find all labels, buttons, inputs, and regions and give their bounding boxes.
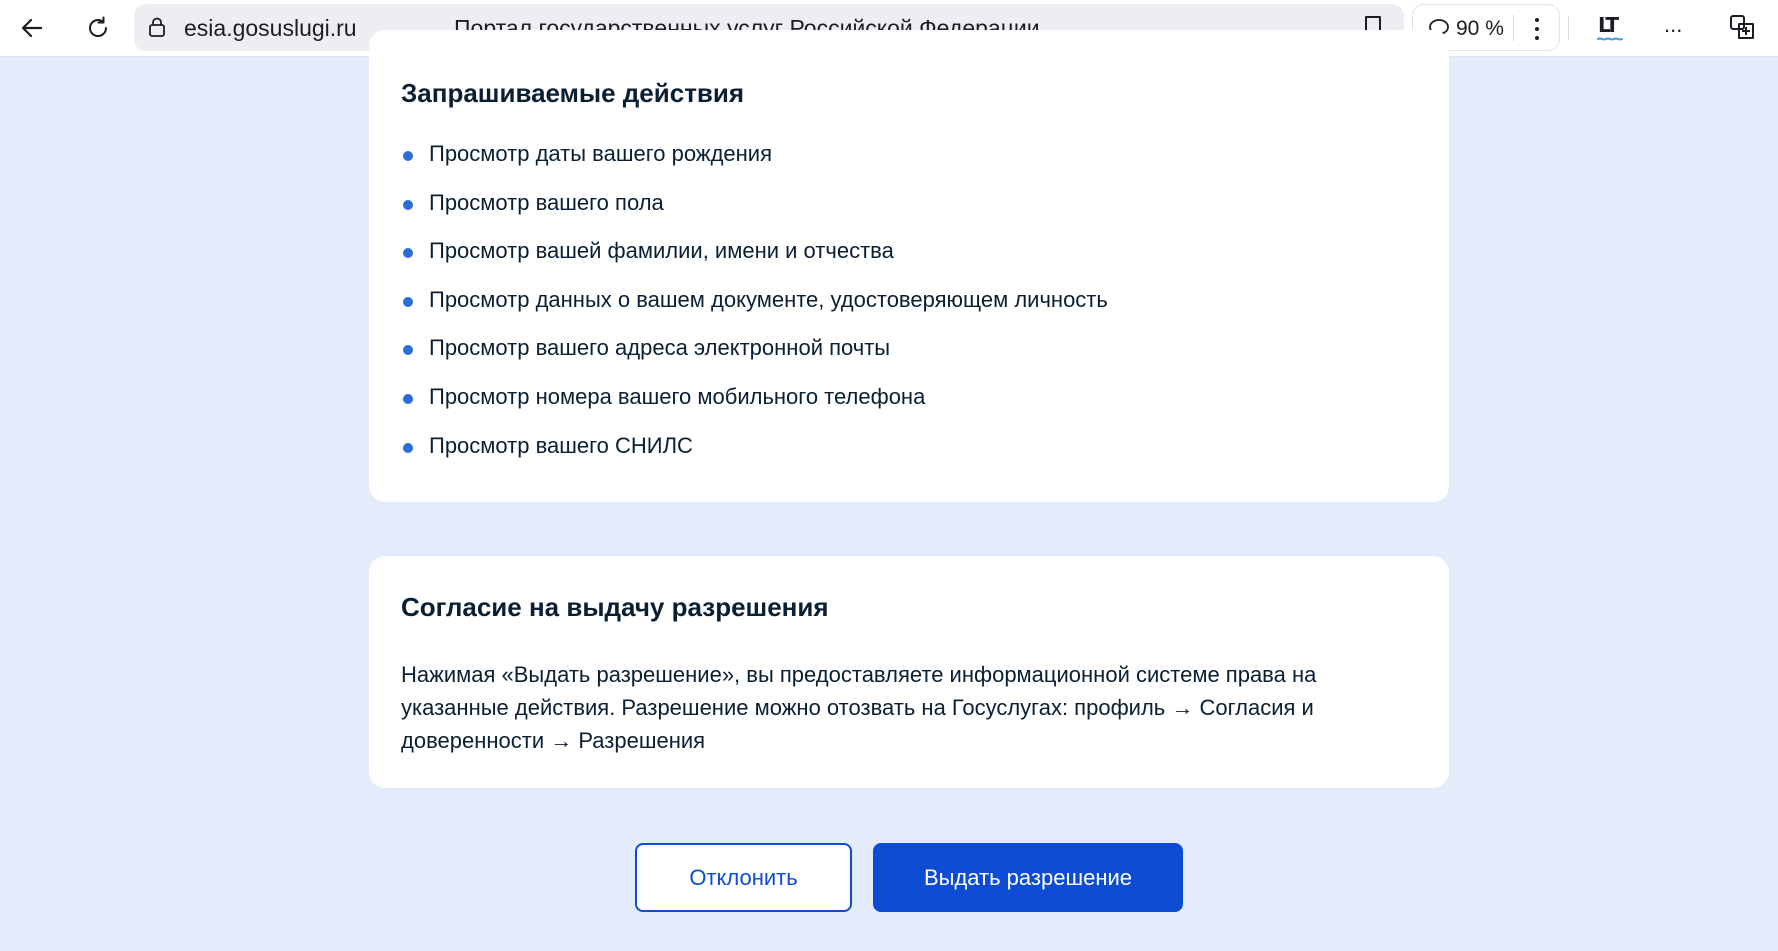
list-item: Просмотр вашего СНИЛС: [401, 433, 1108, 483]
reload-icon[interactable]: [78, 8, 118, 48]
extensions-icon[interactable]: [1728, 12, 1758, 42]
grant-permission-button[interactable]: Выдать разрешение: [873, 843, 1183, 912]
url-text[interactable]: esia.gosuslugi.ru: [184, 15, 357, 42]
zoom-level[interactable]: 90 %: [1456, 17, 1504, 41]
lock-icon[interactable]: [146, 16, 168, 38]
kebab-menu-icon[interactable]: [1527, 15, 1547, 43]
requested-actions-card: Запрашиваемые действия Просмотр даты ваш…: [369, 30, 1449, 502]
list-item: Просмотр вашего адреса электронной почты: [401, 336, 1108, 385]
divider: [1568, 16, 1569, 40]
divider: [1513, 15, 1514, 41]
consent-card: Согласие на выдачу разрешения Нажимая «В…: [369, 556, 1449, 788]
more-menu[interactable]: ...: [1664, 12, 1682, 38]
list-item: Просмотр данных о вашем документе, удост…: [401, 287, 1108, 337]
list-item: Просмотр номера вашего мобильного телефо…: [401, 385, 1108, 434]
list-item: Просмотр вашего пола: [401, 190, 1108, 240]
requested-actions-title: Запрашиваемые действия: [401, 78, 745, 108]
requested-actions-list: Просмотр даты вашего рождения Просмотр в…: [401, 142, 1108, 482]
consent-text: Нажимая «Выдать разрешение», вы предоста…: [401, 662, 1317, 753]
list-item: Просмотр вашей фамилии, имени и отчества: [401, 239, 1108, 288]
list-item: Просмотр даты вашего рождения: [401, 142, 1108, 191]
lt-extension-icon[interactable]: LT: [1592, 12, 1632, 46]
back-arrow-icon[interactable]: [12, 8, 52, 48]
reject-button[interactable]: Отклонить: [635, 843, 852, 912]
consent-title: Согласие на выдачу разрешения: [401, 592, 829, 622]
